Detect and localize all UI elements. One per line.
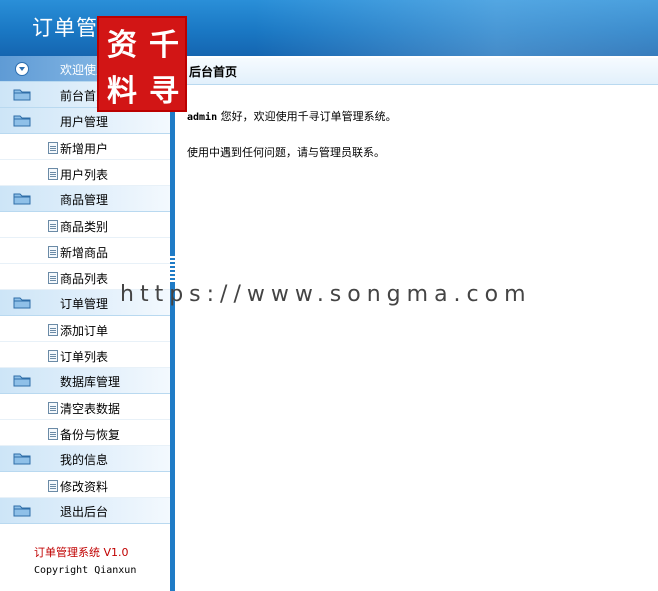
breadcrumb: 后台首页 [189, 65, 238, 79]
sidebar-item-10[interactable]: 添加订单 [0, 316, 170, 342]
sidebar-item-label: 商品类别 [60, 220, 109, 234]
username: admin [187, 112, 218, 123]
sidebar-item-label: 我的信息 [60, 453, 109, 467]
sidebar-item-label: 数据库管理 [60, 375, 121, 389]
document-icon [48, 220, 58, 232]
document-icon [48, 324, 58, 336]
sidebar-item-3[interactable]: 新增用户 [0, 134, 170, 160]
seal-char: 料 [107, 74, 137, 109]
folder-icon [13, 297, 31, 309]
welcome-message: admin 您好，欢迎使用千寻订单管理系统。 [187, 108, 397, 124]
sidebar-item-4[interactable]: 用户列表 [0, 160, 170, 186]
sidebar-category-17[interactable]: 退出后台 [0, 498, 170, 524]
sidebar-item-label: 修改资料 [60, 480, 109, 494]
folder-icon [13, 453, 31, 465]
sidebar-footer: 订单管理系统 V1.0 Copyright Qianxun [34, 544, 136, 576]
sidebar-item-11[interactable]: 订单列表 [0, 342, 170, 368]
content-title-bar: 后台首页 [175, 58, 658, 85]
seal-char: 千 [149, 28, 179, 63]
document-icon [48, 272, 58, 284]
seal-char: 资 [107, 28, 137, 63]
splitter-grip-icon[interactable] [170, 256, 175, 284]
sidebar-item-label: 退出后台 [60, 505, 109, 519]
folder-icon [13, 505, 31, 517]
sidebar-item-16[interactable]: 修改资料 [0, 472, 170, 498]
folder-icon [13, 193, 31, 205]
document-icon [48, 142, 58, 154]
version-label: 订单管理系统 V1.0 [34, 546, 129, 559]
sidebar: 退出后台 修改资料 我的信息 备份与恢复 清空表数据 数据库管理 订单列表 添加订单 订单管理 商… [0, 56, 171, 591]
sidebar-item-label: 用户管理 [60, 115, 109, 129]
seal-char: 寻 [149, 74, 179, 109]
sidebar-item-label: 添加订单 [60, 324, 109, 338]
sidebar-category-15[interactable]: 我的信息 [0, 446, 170, 472]
sidebar-item-13[interactable]: 清空表数据 [0, 394, 170, 420]
watermark-text: https://www.songma.com [120, 282, 532, 307]
header-decoration [255, 0, 658, 56]
folder-icon [13, 89, 31, 101]
sidebar-category-12[interactable]: 数据库管理 [0, 368, 170, 394]
sidebar-item-label: 用户列表 [60, 168, 109, 182]
document-icon [48, 246, 58, 258]
sidebar-item-label: 清空表数据 [60, 402, 121, 416]
copyright-label: Copyright Qianxun [34, 565, 137, 576]
sidebar-item-label: 新增商品 [60, 246, 109, 260]
sidebar-item-label: 商品管理 [60, 193, 109, 207]
sidebar-item-14[interactable]: 备份与恢复 [0, 420, 170, 446]
sidebar-item-label: 订单管理 [60, 297, 109, 311]
document-icon [48, 168, 58, 180]
watermark-seal: 资 千 料 寻 [97, 16, 187, 112]
document-icon [48, 428, 58, 440]
collapse-circle-icon [15, 62, 29, 76]
sidebar-splitter[interactable] [170, 56, 175, 591]
sidebar-item-label: 订单列表 [60, 350, 109, 364]
document-icon [48, 480, 58, 492]
folder-icon [13, 115, 31, 127]
help-message: 使用中遇到任何问题，请与管理员联系。 [187, 146, 385, 159]
sidebar-category-5[interactable]: 商品管理 [0, 186, 170, 212]
folder-icon [13, 375, 31, 387]
greeting-text: 您好，欢迎使用千寻订单管理系统。 [217, 110, 397, 123]
sidebar-item-label: 商品列表 [60, 272, 109, 286]
document-icon [48, 350, 58, 362]
sidebar-item-7[interactable]: 新增商品 [0, 238, 170, 264]
sidebar-item-label: 备份与恢复 [60, 428, 121, 442]
sidebar-item-label: 新增用户 [60, 142, 109, 156]
sidebar-item-6[interactable]: 商品类别 [0, 212, 170, 238]
document-icon [48, 402, 58, 414]
